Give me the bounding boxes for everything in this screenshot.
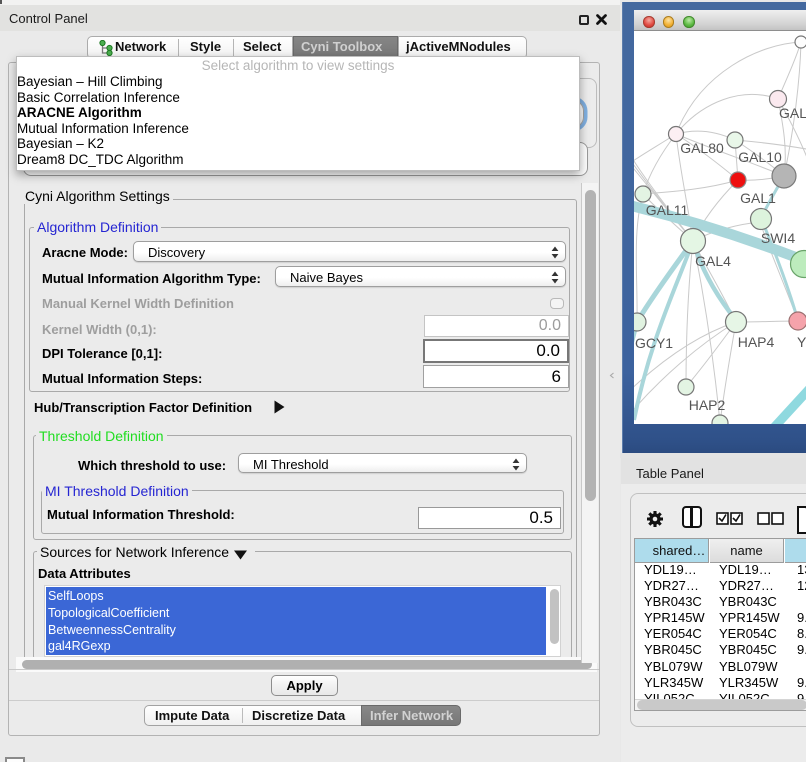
svg-text:GAL4: GAL4 [695,253,731,269]
svg-text:GAL10: GAL10 [738,149,782,165]
svg-text:GAL1: GAL1 [740,190,776,206]
svg-text:HAP2: HAP2 [689,397,726,413]
svg-text:Y: Y [797,334,806,350]
svg-text:GAL7: GAL7 [779,105,806,121]
svg-text:SWI4: SWI4 [761,230,795,246]
svg-text:GAL11: GAL11 [646,202,689,218]
svg-text:HAP4: HAP4 [738,334,775,350]
svg-text:GCY1: GCY1 [635,335,673,351]
svg-text:GAL80: GAL80 [680,140,724,156]
